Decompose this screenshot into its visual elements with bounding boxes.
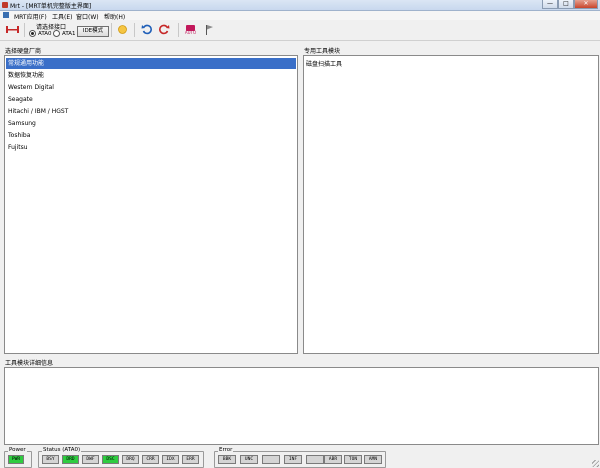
menu-bar: MRT应用(F) 工具(E) 窗口(W) 帮助(H) [0,11,600,21]
toolbar-separator [134,23,135,37]
vendor-panel-title: 选择硬盘厂商 [5,48,42,55]
led-blank-2 [306,455,324,464]
led-idx: IDX [162,455,179,464]
ide-mode-button[interactable]: IDE模式 [77,26,109,37]
led-drq: DRQ [122,455,139,464]
toolbar-separator [111,23,112,37]
led-dsc: DSC [102,455,119,464]
list-item[interactable]: Samsung [6,118,296,129]
led-abr: ABR [324,455,342,464]
list-item[interactable]: 常规通用功能 [6,58,296,69]
list-item[interactable]: 数据恢复功能 [6,70,296,81]
tools-panel-title: 专用工具模块 [304,48,341,55]
app-icon [2,2,8,8]
toolbar-separator [178,23,179,37]
radio-dot [29,30,36,37]
flag-icon[interactable] [203,24,216,35]
minimize-button[interactable]: — [542,0,558,9]
list-item[interactable]: Western Digital [6,82,296,93]
auto-icon[interactable]: AUTO [184,24,197,35]
radio-dot [53,30,60,37]
window-title: Mrt - [MRT单机完整版主界面] [10,3,92,10]
toolbar-separator [24,23,25,37]
port-ata0-label: ATA0 [38,30,52,37]
list-item[interactable]: Fujitsu [6,142,296,153]
led-bsy: BSY [42,455,59,464]
led-pwr: PWR [8,455,24,464]
redo-icon[interactable] [158,24,171,35]
title-bar: Mrt - [MRT单机完整版主界面] — □ ✕ [0,0,600,11]
led-ton: TON [344,455,362,464]
list-item[interactable]: Toshiba [6,130,296,141]
log-panel[interactable] [4,367,599,445]
log-panel-title: 工具模块详细信息 [5,360,54,367]
close-button[interactable]: ✕ [574,0,598,9]
led-inf: INF [284,455,302,464]
led-amn: AMN [364,455,382,464]
port-ata0-radio[interactable]: ATA0 [29,30,52,37]
port-ata1-label: ATA1 [62,30,76,37]
port-ata1-radio[interactable]: ATA1 [53,30,76,37]
led-crr: CRR [142,455,159,464]
power-group-title: Power [8,447,27,453]
sun-icon[interactable] [116,24,129,35]
vendor-list[interactable]: 常规通用功能 数据恢复功能 Western Digital Seagate Hi… [4,55,298,354]
led-err: ERR [182,455,199,464]
maximize-button[interactable]: □ [558,0,574,9]
led-drd: DRD [62,455,79,464]
led-unc: UNC [240,455,258,464]
led-bbk: BBK [218,455,236,464]
tool-disk-scan[interactable]: 磁盘扫描工具 [306,59,342,68]
list-item[interactable]: Seagate [6,94,296,105]
led-blank-1 [262,455,280,464]
error-group-title: Error [218,447,234,453]
undo-icon[interactable] [140,24,153,35]
list-item[interactable]: Hitachi / IBM / HGST [6,106,296,117]
led-dwf: DWF [82,455,99,464]
resize-grip[interactable] [592,460,599,467]
mdi-document-icon [3,12,9,18]
tools-panel[interactable]: 磁盘扫描工具 [303,55,599,354]
status-group-title: Status (ATA0) [42,447,82,453]
connect-icon[interactable] [6,24,19,35]
